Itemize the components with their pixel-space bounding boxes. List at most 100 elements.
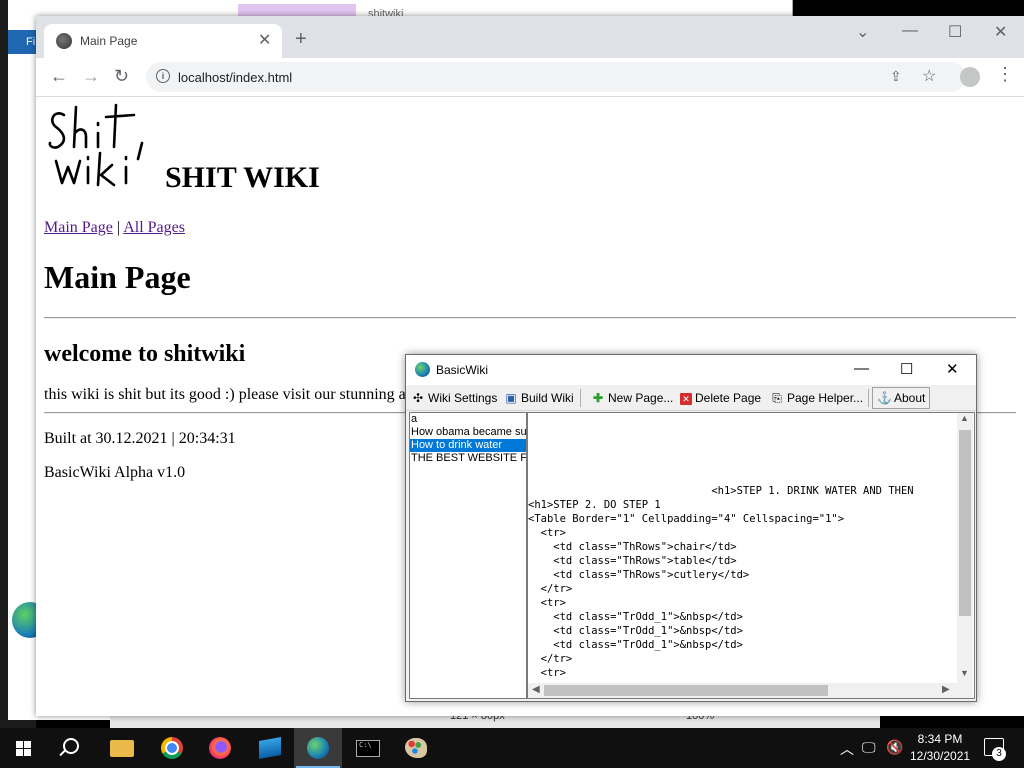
wiki-settings-label: Wiki Settings [428,391,498,405]
start-button[interactable] [0,728,48,768]
horizontal-scroll-thumb[interactable] [544,685,828,696]
chevron-up-icon[interactable]: ︿ [840,739,854,759]
close-window-icon[interactable]: ✕ [946,360,959,378]
scroll-down-icon[interactable]: ▼ [960,668,969,678]
page-list-item[interactable]: How obama became su [410,426,526,439]
basicwiki-toolbar: ✣ Wiki Settings ▣ Build Wiki ✚ New Page... … [406,386,976,411]
maximize-icon[interactable]: ☐ [900,360,913,378]
tab-main-page[interactable]: Main Page ✕ [44,24,282,58]
delete-page-label: Delete Page [695,391,762,405]
toolbar-separator [868,389,869,407]
section-heading: welcome to shitwiki [44,341,246,367]
vertical-scrollbar[interactable]: ▲ ▼ [957,413,973,683]
new-page-label: New Page... [608,391,674,405]
system-clock[interactable]: 8:34 PM 12/30/2021 [910,731,970,765]
notification-count-badge: 3 [992,747,1006,761]
info-icon[interactable]: i [156,69,170,83]
taskbar: C:\ ︿ 🖵 🔇 8:34 PM 12/30/2021 3 [0,728,1024,768]
page-helper-button[interactable]: ⎘ Page Helper... [770,388,863,408]
globe-icon [307,737,329,759]
forward-arrow-icon[interactable]: → [82,66,100,87]
taskbar-command-prompt[interactable]: C:\ [344,728,392,768]
about-button[interactable]: ⚓ About [872,387,931,409]
taskbar-basicwiki[interactable] [294,728,342,768]
scroll-right-icon[interactable]: ▶ [942,684,950,695]
about-label: About [894,391,926,405]
basicwiki-titlebar[interactable]: BasicWiki — ☐ ✕ [406,355,976,385]
volume-muted-icon[interactable]: 🔇 [886,739,903,756]
close-window-icon[interactable]: ✕ [994,22,1007,42]
vertical-scroll-thumb[interactable] [959,430,971,616]
tools-icon: ✣ [412,391,424,405]
terminal-icon: C:\ [356,740,380,757]
clock-date: 12/30/2021 [910,749,971,763]
site-logo [48,103,144,187]
basicwiki-window: BasicWiki — ☐ ✕ ✣ Wiki Settings ▣ Build Wi… [405,354,977,702]
menu-dots-icon[interactable]: ⋮ [996,64,1014,85]
bookmark-star-icon[interactable]: ☆ [922,66,936,86]
divider [44,317,1016,319]
taskbar-paint[interactable] [392,728,440,768]
new-page-button[interactable]: ✚ New Page... [591,388,673,408]
editor-code[interactable]: <h1>STEP 1. DRINK WATER AND THEN <h1>STE… [528,484,957,680]
plus-icon: ✚ [592,391,604,405]
page-list-item[interactable]: THE BEST WEBSITE F [410,452,526,465]
globe-icon [415,362,430,377]
minimize-icon[interactable]: — [902,22,918,40]
page-helper-icon: ⎘ [772,391,782,405]
horizontal-scrollbar[interactable]: ◀ ▶ [528,683,957,698]
page-list-item[interactable]: a [410,413,526,426]
page-list[interactable]: a How obama became su How to drink water TH… [409,412,527,699]
intro-paragraph: this wiki is shit but its good :) please… [44,386,406,403]
profile-avatar-icon[interactable] [960,67,980,87]
chrome-icon [161,737,183,759]
back-arrow-icon[interactable]: ← [50,66,68,87]
about-icon: ⚓ [877,391,892,405]
tab-strip: Main Page ✕ + ⌄ — ☐ ✕ [36,16,1024,58]
reload-icon[interactable]: ↻ [114,66,129,87]
search-icon [63,738,79,754]
globe-icon [56,33,72,49]
taskbar-firefox[interactable] [196,728,244,768]
close-icon[interactable]: ✕ [258,30,271,50]
firefox-icon [209,737,231,759]
page-title: Main Page [44,259,191,295]
scroll-left-icon[interactable]: ◀ [532,684,540,695]
address-bar[interactable]: i localhost/index.html ⇪ ☆ [146,62,966,92]
taskbar-chrome[interactable] [148,728,196,768]
page-helper-label: Page Helper... [787,391,864,405]
nav-separator: | [116,219,121,236]
toolbar-separator [580,389,581,407]
site-title: SHIT WIKI [165,161,320,194]
resize-grip-icon[interactable] [957,683,973,698]
basicwiki-title: BasicWiki [436,363,489,377]
build-wiki-button[interactable]: ▣ Build Wiki [504,388,574,408]
nav-link-all-pages[interactable]: All Pages [123,219,185,236]
version-text: BasicWiki Alpha v1.0 [44,464,186,481]
build-wiki-label: Build Wiki [521,391,574,405]
share-icon[interactable]: ⇪ [890,68,902,85]
network-icon[interactable]: 🖵 [862,739,876,756]
build-icon: ▣ [505,391,517,405]
windows-logo-icon [16,741,31,756]
address-url[interactable]: localhost/index.html [178,70,292,85]
search-button[interactable] [48,728,96,768]
maximize-icon[interactable]: ☐ [948,22,962,42]
wiki-settings-button[interactable]: ✣ Wiki Settings [411,388,497,408]
tab-title: Main Page [80,34,138,48]
browser-toolbar: ← → ↻ i localhost/index.html ⇪ ☆ ⋮ [36,58,1024,97]
folder-icon [110,740,134,757]
taskbar-file-explorer[interactable] [98,728,146,768]
html-editor[interactable]: <h1>STEP 1. DRINK WATER AND THEN <h1>STE… [527,412,975,699]
delete-icon: ✕ [680,393,692,405]
minimize-icon[interactable]: — [854,360,869,377]
chevron-down-icon[interactable]: ⌄ [856,22,869,42]
scroll-up-icon[interactable]: ▲ [960,413,969,423]
taskbar-powershell[interactable] [246,728,294,768]
delete-page-button[interactable]: ✕ Delete Page [680,388,761,408]
new-tab-icon[interactable]: + [295,29,307,49]
paint-palette-icon [405,738,427,758]
powershell-icon [259,737,281,759]
nav-link-main-page[interactable]: Main Page [44,219,113,236]
page-list-item[interactable]: How to drink water [410,439,526,452]
